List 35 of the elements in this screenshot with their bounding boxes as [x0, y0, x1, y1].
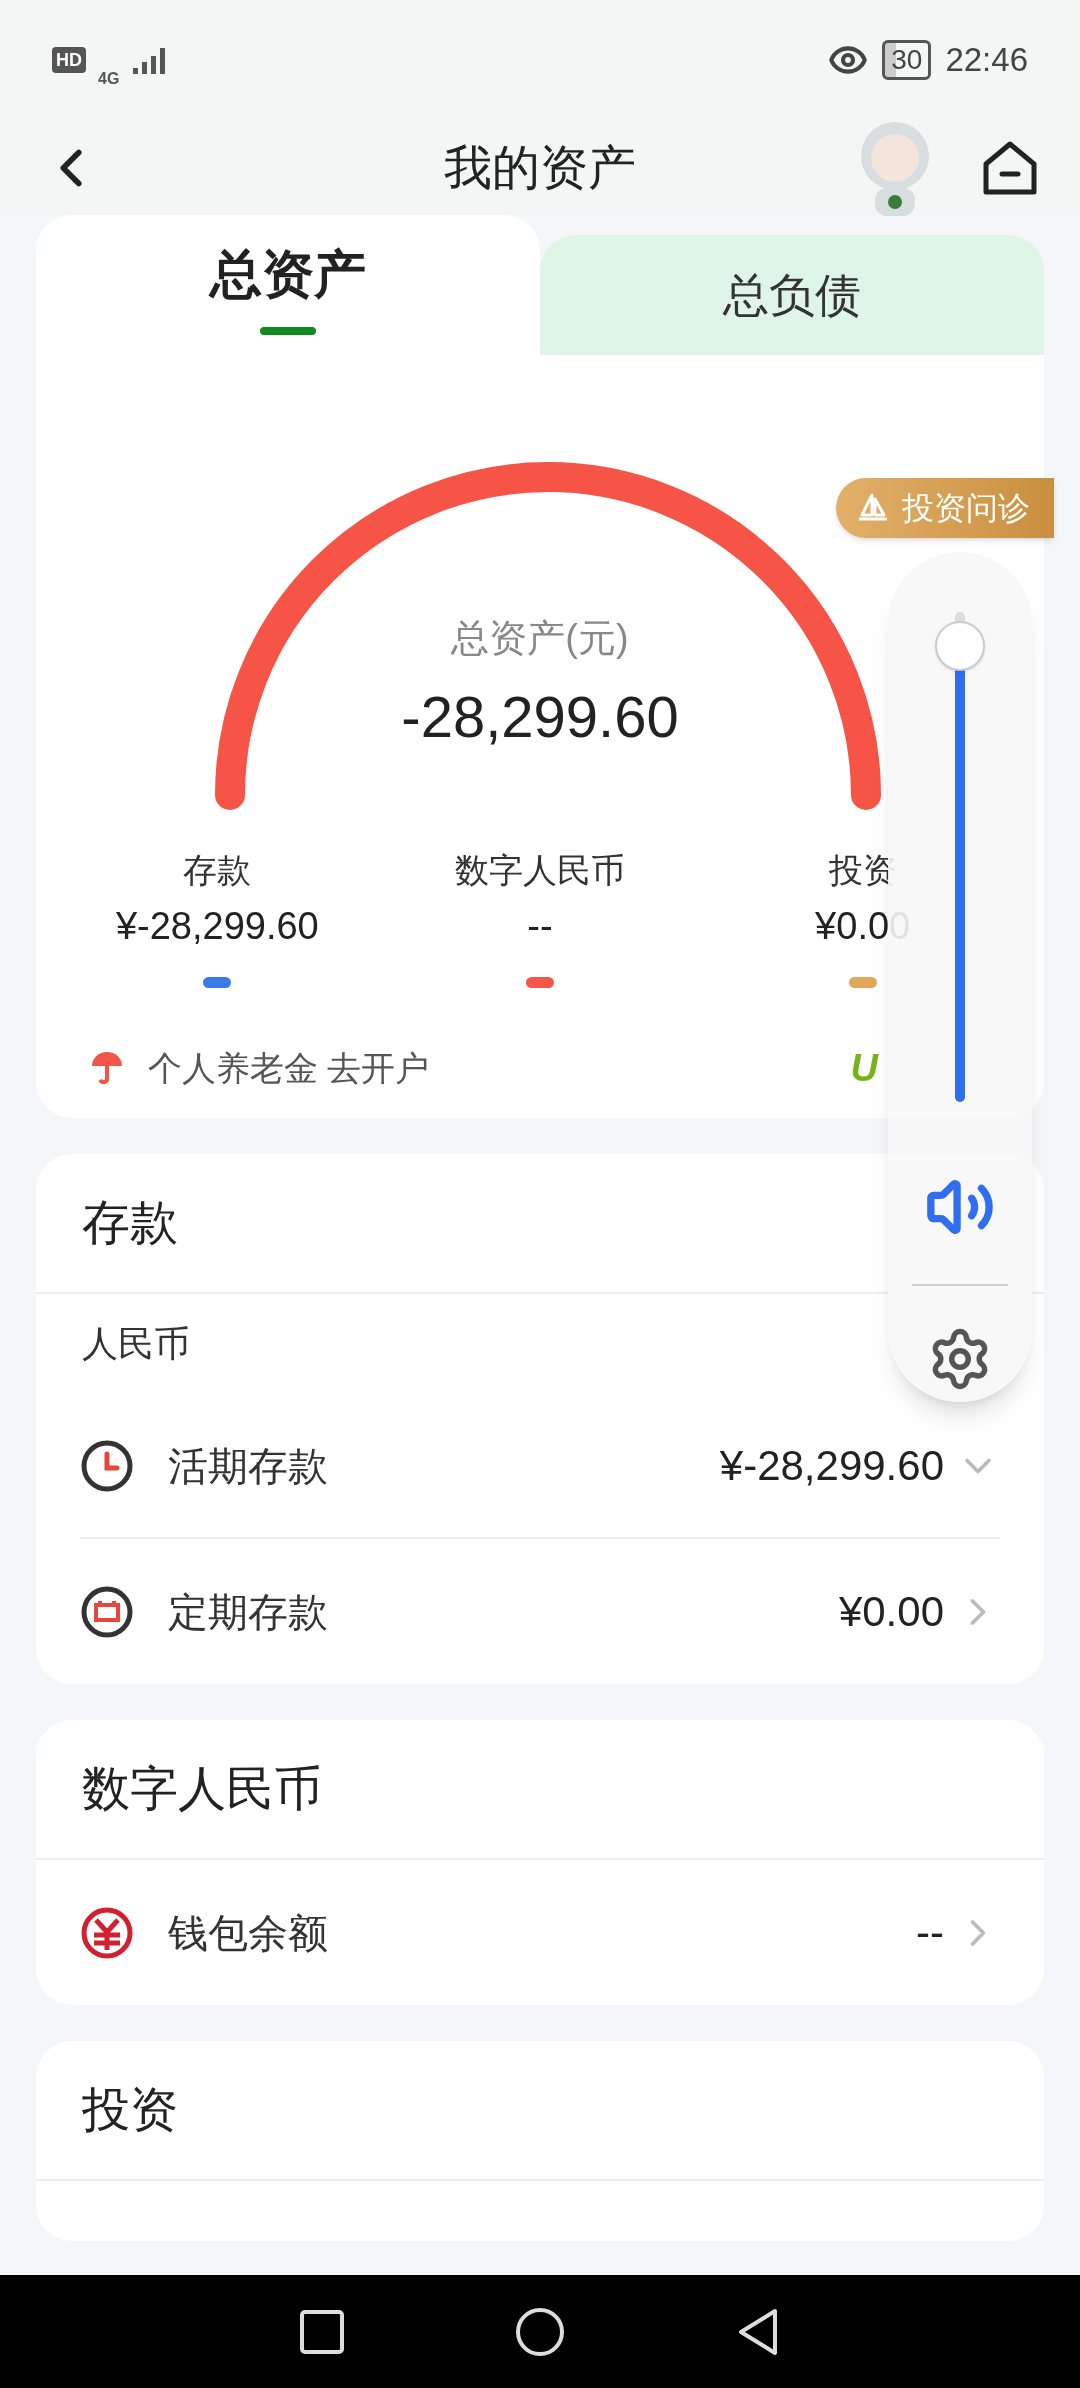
summary-value: ¥-28,299.60	[115, 904, 319, 949]
tab[interactable]: 总资产	[36, 215, 540, 355]
yuan-coin-icon	[80, 1905, 134, 1960]
account-label: 钱包余额	[168, 1909, 328, 1957]
calendar-icon	[80, 1584, 134, 1639]
battery-indicator: 30	[882, 40, 932, 80]
gauge-title: 总资产(元)	[451, 616, 629, 661]
clock-time: 22:46	[945, 40, 1028, 81]
home-circle-icon[interactable]	[515, 2306, 565, 2357]
section-title: 数字人民币	[82, 1761, 322, 1817]
tab[interactable]: 总负债	[540, 235, 1044, 355]
recents-icon[interactable]	[299, 2308, 345, 2355]
volume-slider-thumb[interactable]	[935, 621, 985, 672]
brand-logo: U	[850, 1045, 878, 1091]
summary-value: --	[527, 904, 553, 949]
account-label: 活期存款	[168, 1442, 328, 1490]
section-title: 投资	[82, 2082, 178, 2138]
account-value: ¥0.00	[838, 1587, 944, 1637]
summary-label: 数字人民币	[455, 850, 625, 891]
account-value: --	[916, 1908, 944, 1958]
summary-label: 存款	[183, 850, 252, 891]
account-value: ¥-28,299.60	[719, 1441, 944, 1491]
page-title: 我的资产	[444, 139, 636, 196]
network-label: 4G	[98, 71, 120, 87]
pension-link[interactable]: 个人养老金 去开户	[148, 1042, 430, 1094]
umbrella-icon	[90, 1050, 124, 1086]
gauge-amount: -28,299.60	[401, 683, 679, 751]
clock-icon	[80, 1438, 134, 1493]
summary-label: 投资	[828, 850, 897, 891]
account-label: 定期存款	[168, 1588, 328, 1636]
hd-badge: HD	[52, 47, 86, 73]
section-title: 存款	[82, 1195, 178, 1251]
currency-label: 人民币	[82, 1322, 190, 1366]
account-row[interactable]: 定期存款 ¥0.00	[80, 1539, 1000, 1684]
account-row[interactable]: 钱包余额 --	[80, 1860, 1000, 2005]
